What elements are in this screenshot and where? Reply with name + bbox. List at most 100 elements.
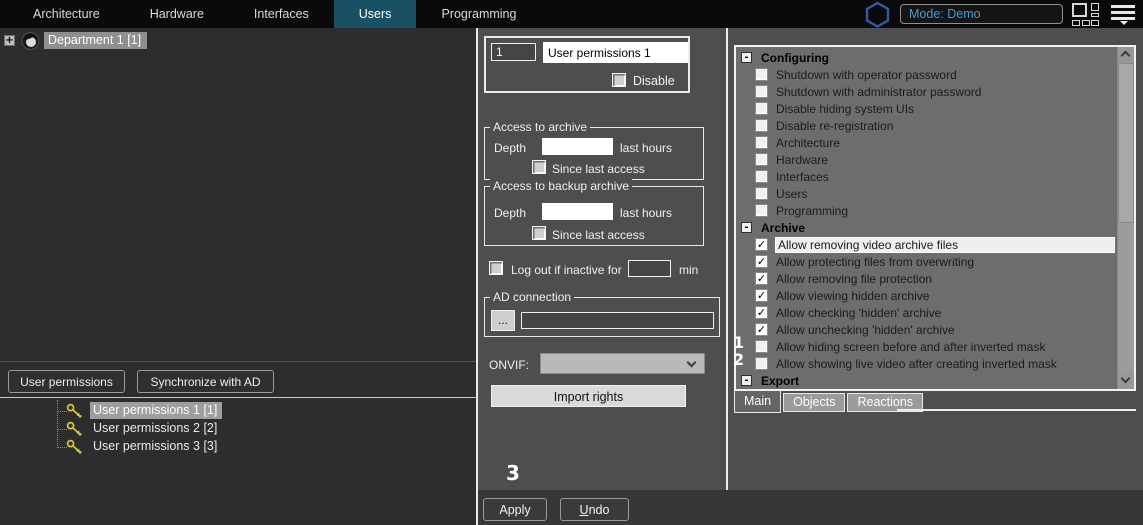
rights-item-label[interactable]: Allow checking 'hidden' archive	[776, 306, 941, 320]
checkbox-unchecked[interactable]	[755, 136, 768, 149]
mode-field[interactable]: Mode: Demo	[900, 4, 1063, 24]
checkbox-unchecked[interactable]	[755, 102, 768, 115]
rights-group-row[interactable]: -Configuring	[736, 49, 1117, 66]
tab-interfaces[interactable]: Interfaces	[229, 0, 334, 28]
ad-browse-button[interactable]: ...	[491, 310, 515, 331]
rights-item-label[interactable]: Allow protecting files from overwriting	[776, 255, 974, 269]
tab-main[interactable]: Main	[734, 391, 781, 413]
rights-item-label[interactable]: Disable hiding system UIs	[776, 102, 914, 116]
scrollbar[interactable]	[1117, 47, 1134, 389]
permission-item-label[interactable]: User permissions 1 [1]	[90, 402, 222, 419]
rights-item-label[interactable]: Disable re-registration	[776, 119, 893, 133]
checkbox-checked[interactable]: ✓	[755, 323, 768, 336]
depth-label: Depth	[494, 141, 526, 155]
checkbox-unchecked[interactable]	[755, 153, 768, 166]
rights-item-row[interactable]: ✓ Allow removing video archive files	[736, 236, 1117, 253]
disable-checkbox[interactable]	[612, 73, 626, 87]
rights-item-row[interactable]: Architecture	[736, 134, 1117, 151]
user-permissions-button[interactable]: User permissions	[8, 370, 125, 393]
rights-item-row[interactable]: Disable hiding system UIs	[736, 100, 1117, 117]
checkbox-unchecked[interactable]	[755, 119, 768, 132]
rights-item-row[interactable]: Programming	[736, 202, 1117, 219]
rights-item-label[interactable]: Allow hiding screen before and after inv…	[776, 340, 1045, 354]
rights-item-row[interactable]: ✓ Allow removing file protection	[736, 270, 1117, 287]
scroll-down-icon[interactable]	[1118, 373, 1134, 389]
id-input[interactable]	[491, 43, 536, 61]
scroll-up-icon[interactable]	[1118, 47, 1134, 63]
rights-item-label[interactable]: Allow showing live video after creating …	[776, 357, 1057, 371]
list-item[interactable]: User permissions 3 [3]	[0, 438, 460, 456]
checkbox-unchecked[interactable]	[755, 340, 768, 353]
rights-item-row[interactable]: ✓ Allow unchecking 'hidden' archive	[736, 321, 1117, 338]
rights-item-row[interactable]: Interfaces	[736, 168, 1117, 185]
checkbox-checked[interactable]: ✓	[755, 272, 768, 285]
checkbox-unchecked[interactable]	[755, 204, 768, 217]
rights-group-row[interactable]: -Export	[736, 372, 1117, 389]
checkbox-unchecked[interactable]	[755, 187, 768, 200]
collapse-minus-icon[interactable]: -	[741, 222, 752, 233]
logout-inactive-checkbox[interactable]	[489, 261, 503, 275]
archive-group: Access to archive Depth last hours Since…	[484, 127, 704, 180]
permission-item-label[interactable]: User permissions 2 [2]	[90, 420, 222, 437]
permission-item-label[interactable]: User permissions 3 [3]	[90, 438, 222, 455]
checkbox-unchecked[interactable]	[755, 170, 768, 183]
rights-item-label[interactable]: Allow viewing hidden archive	[776, 289, 929, 303]
layout-grid-icon[interactable]	[1072, 3, 1102, 26]
checkbox-checked[interactable]: ✓	[755, 238, 768, 251]
tab-programming[interactable]: Programming	[416, 0, 541, 28]
rights-item-row[interactable]: Shutdown with administrator password	[736, 83, 1117, 100]
logout-inactive-label: Log out if inactive for	[511, 263, 622, 277]
checkbox-checked[interactable]: ✓	[755, 306, 768, 319]
tab-hardware[interactable]: Hardware	[125, 0, 229, 28]
hamburger-menu-icon[interactable]	[1111, 4, 1135, 24]
tree-item-label[interactable]: Department 1 [1]	[44, 32, 147, 49]
rights-item-label[interactable]: Hardware	[776, 153, 828, 167]
rights-item-label[interactable]: Allow unchecking 'hidden' archive	[776, 323, 955, 337]
rights-item-label[interactable]: Allow removing file protection	[776, 272, 932, 286]
rights-item-label[interactable]: Users	[776, 187, 807, 201]
expand-plus-icon[interactable]: +	[4, 35, 15, 46]
checkbox-checked[interactable]: ✓	[755, 289, 768, 302]
since-last-access-checkbox[interactable]	[532, 226, 546, 240]
name-input[interactable]	[543, 42, 688, 63]
rights-item-label[interactable]: Allow removing video archive files	[776, 238, 1114, 252]
apply-button[interactable]: Apply	[483, 498, 547, 521]
checkbox-unchecked[interactable]	[755, 68, 768, 81]
import-rights-button[interactable]: Import rights	[491, 385, 686, 407]
checkbox-checked[interactable]: ✓	[755, 255, 768, 268]
rights-item-label[interactable]: Programming	[776, 204, 848, 218]
rights-item-row[interactable]: ✓ Allow protecting files from overwriting	[736, 253, 1117, 270]
rights-item-label[interactable]: Interfaces	[776, 170, 829, 184]
synchronize-ad-button[interactable]: Synchronize with AD	[137, 370, 274, 393]
checkbox-unchecked[interactable]	[755, 85, 768, 98]
rights-item-row[interactable]: Allow showing live video after creating …	[736, 355, 1117, 372]
panel-splitter[interactable]	[726, 28, 728, 490]
rights-item-row[interactable]: ✓ Allow viewing hidden archive	[736, 287, 1117, 304]
checkbox-unchecked[interactable]	[755, 357, 768, 370]
rights-item-row[interactable]: Hardware	[736, 151, 1117, 168]
rights-item-row[interactable]: ✓ Allow checking 'hidden' archive	[736, 304, 1117, 321]
onvif-dropdown[interactable]	[540, 353, 705, 374]
undo-button[interactable]: Undo	[560, 498, 629, 521]
rights-item-label[interactable]: Shutdown with administrator password	[776, 85, 981, 99]
rights-item-row[interactable]: Users	[736, 185, 1117, 202]
list-item[interactable]: User permissions 2 [2]	[0, 420, 460, 438]
archive-depth-input[interactable]	[542, 138, 613, 155]
list-item[interactable]: User permissions 1 [1]	[0, 402, 460, 420]
ad-connection-input[interactable]	[521, 312, 714, 329]
tab-architecture[interactable]: Architecture	[8, 0, 125, 28]
since-last-access-checkbox[interactable]	[532, 160, 546, 174]
logout-minutes-input[interactable]	[628, 260, 671, 277]
collapse-minus-icon[interactable]: -	[741, 52, 752, 63]
rights-item-row[interactable]: Allow hiding screen before and after inv…	[736, 338, 1117, 355]
tab-objects[interactable]: Objects	[783, 393, 845, 412]
backup-depth-input[interactable]	[542, 203, 613, 220]
rights-item-label[interactable]: Architecture	[776, 136, 840, 150]
scrollbar-thumb[interactable]	[1118, 63, 1134, 223]
tab-users[interactable]: Users	[334, 0, 417, 28]
rights-group-row[interactable]: -Archive	[736, 219, 1117, 236]
rights-item-label[interactable]: Shutdown with operator password	[776, 68, 957, 82]
rights-item-row[interactable]: Disable re-registration	[736, 117, 1117, 134]
collapse-minus-icon[interactable]: -	[741, 375, 752, 386]
rights-item-row[interactable]: Shutdown with operator password	[736, 66, 1117, 83]
